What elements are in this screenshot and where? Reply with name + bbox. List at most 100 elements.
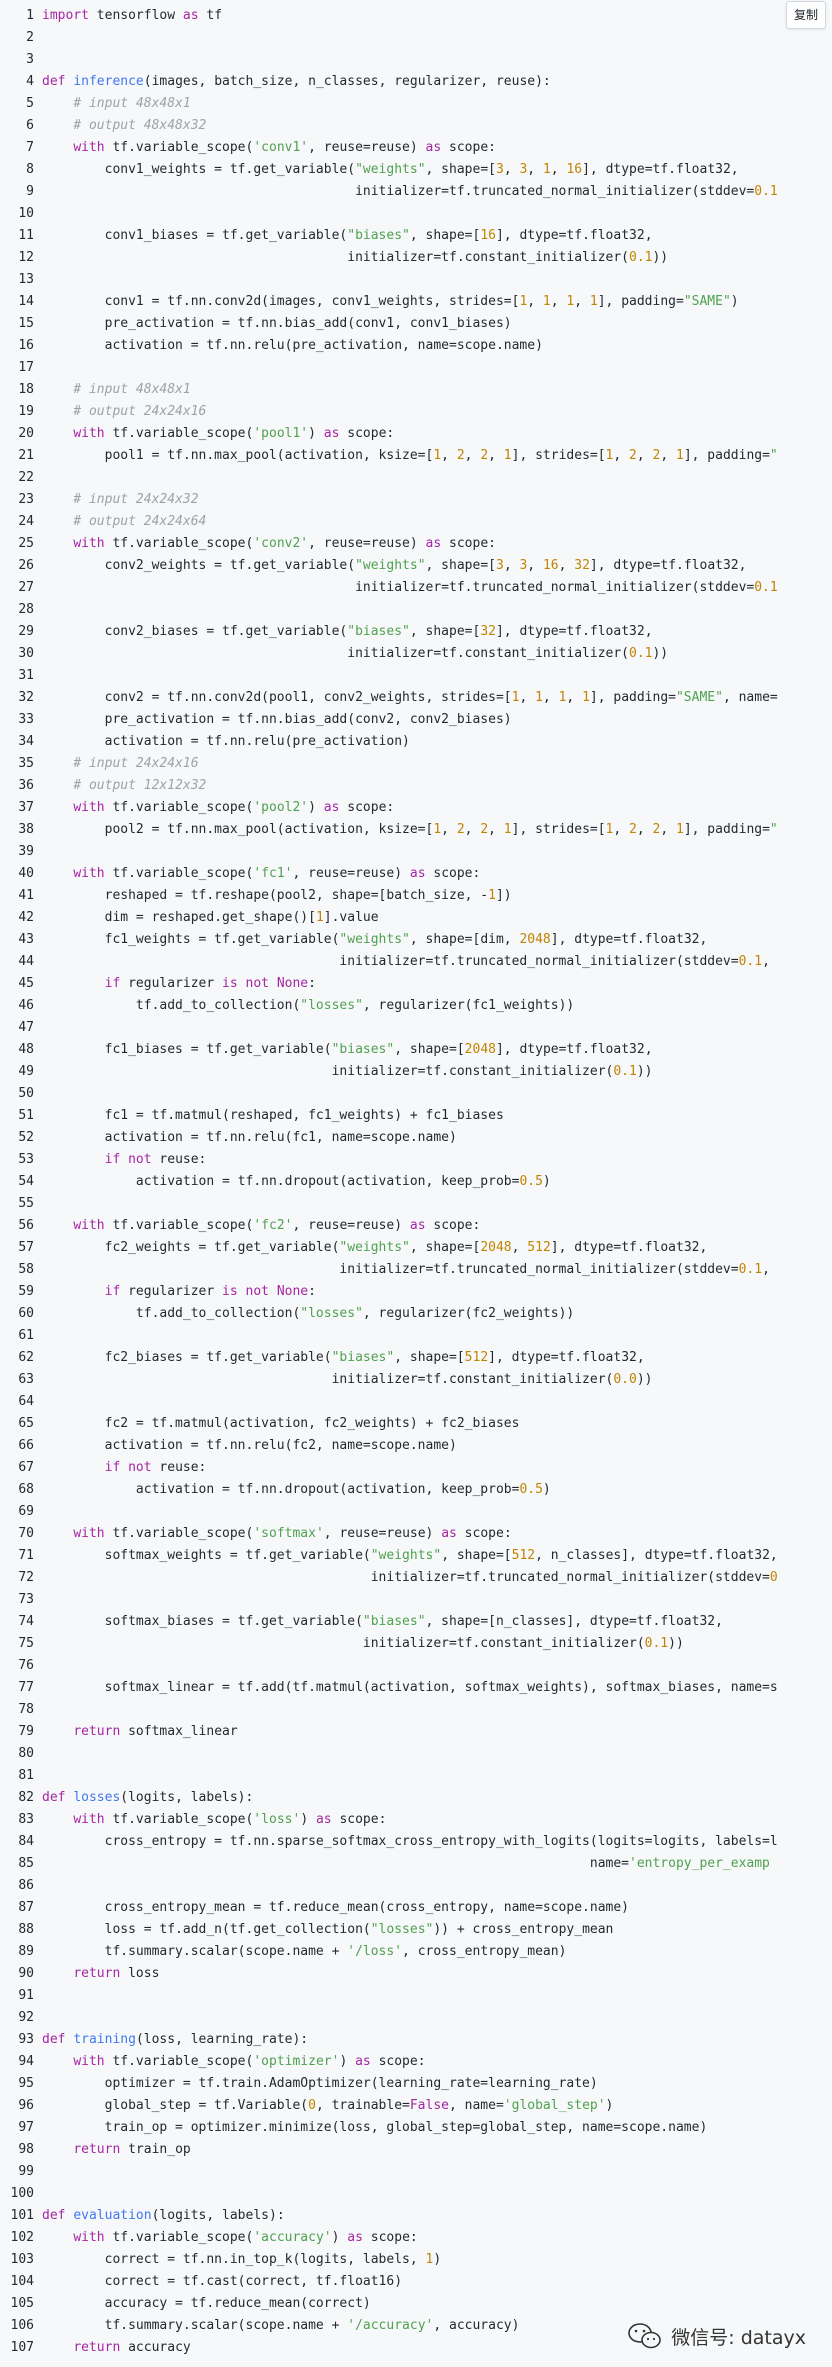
line-number: 30 — [18, 646, 34, 661]
code-line: 96 global_step = tf.Variable(0, trainabl… — [0, 2095, 832, 2117]
code-line: 50 — [0, 1083, 832, 1105]
code-text: fc1 = tf.matmul(reshaped, fc1_weights) +… — [42, 1108, 504, 1123]
code-line: 42 dim = reshaped.get_shape()[1].value — [0, 907, 832, 929]
line-number: 76 — [18, 1658, 34, 1673]
code-text: softmax_weights = tf.get_variable("weigh… — [42, 1548, 778, 1563]
code-text: tf.summary.scalar(scope.name + '/accurac… — [42, 2318, 520, 2333]
code-line: 17 — [0, 357, 832, 379]
line-number: 32 — [18, 690, 34, 705]
line-number: 98 — [18, 2142, 34, 2157]
code-line: 104 correct = tf.cast(correct, tf.float1… — [0, 2271, 832, 2293]
line-number: 18 — [18, 382, 34, 397]
code-line: 5 # input 48x48x1 — [0, 93, 832, 115]
line-number: 11 — [18, 228, 34, 243]
code-line: 28 — [0, 599, 832, 621]
code-line: 13 — [0, 269, 832, 291]
copy-button[interactable]: 复制 — [786, 1, 826, 29]
code-line: 59 if regularizer is not None: — [0, 1281, 832, 1303]
code-line: 90 return loss — [0, 1963, 832, 1985]
code-line: 25 with tf.variable_scope('conv2', reuse… — [0, 533, 832, 555]
line-number: 94 — [18, 2054, 34, 2069]
line-number: 67 — [18, 1460, 34, 1475]
code-text: conv2_weights = tf.get_variable("weights… — [42, 558, 747, 573]
code-text: initializer=tf.constant_initializer(0.1)… — [42, 1064, 653, 1079]
code-line: 54 activation = tf.nn.dropout(activation… — [0, 1171, 832, 1193]
line-number: 52 — [18, 1130, 34, 1145]
code-text: correct = tf.cast(correct, tf.float16) — [42, 2274, 403, 2289]
code-line: 2 — [0, 27, 832, 49]
line-number: 25 — [18, 536, 34, 551]
code-line: 85 name='entropy_per_examp — [0, 1853, 832, 1875]
code-line: 39 — [0, 841, 832, 863]
line-number: 12 — [18, 250, 34, 265]
code-text: return loss — [73, 1966, 160, 1981]
code-line: 27 initializer=tf.truncated_normal_initi… — [0, 577, 832, 599]
code-line: 14 conv1 = tf.nn.conv2d(images, conv1_we… — [0, 291, 832, 313]
wechat-icon — [628, 2323, 662, 2349]
line-number: 107 — [10, 2340, 34, 2355]
line-number: 28 — [18, 602, 34, 617]
code-line: 103 correct = tf.nn.in_top_k(logits, lab… — [0, 2249, 832, 2271]
code-line: 41 reshaped = tf.reshape(pool2, shape=[b… — [0, 885, 832, 907]
line-number: 68 — [18, 1482, 34, 1497]
code-text: tf.add_to_collection("losses", regulariz… — [42, 1306, 575, 1321]
line-number: 77 — [18, 1680, 34, 1695]
line-number: 89 — [18, 1944, 34, 1959]
code-line: 102 with tf.variable_scope('accuracy') a… — [0, 2227, 832, 2249]
line-number: 69 — [18, 1504, 34, 1519]
code-line: 100 — [0, 2183, 832, 2205]
line-number: 40 — [18, 866, 34, 881]
line-number: 65 — [18, 1416, 34, 1431]
line-number: 10 — [18, 206, 34, 221]
line-number: 99 — [18, 2164, 34, 2179]
code-text: with tf.variable_scope('optimizer') as s… — [73, 2054, 426, 2069]
line-number: 23 — [18, 492, 34, 507]
line-number: 36 — [18, 778, 34, 793]
code-text: with tf.variable_scope('conv2', reuse=re… — [73, 536, 496, 551]
code-line: 7 with tf.variable_scope('conv1', reuse=… — [0, 137, 832, 159]
line-number: 66 — [18, 1438, 34, 1453]
code-text: initializer=tf.constant_initializer(0.1)… — [42, 1636, 684, 1651]
code-line: 55 — [0, 1193, 832, 1215]
code-text: with tf.variable_scope('loss') as scope: — [73, 1812, 387, 1827]
line-number: 7 — [26, 140, 34, 155]
line-number: 13 — [18, 272, 34, 287]
line-number: 53 — [18, 1152, 34, 1167]
code-line: 23 # input 24x24x32 — [0, 489, 832, 511]
code-line: 80 — [0, 1743, 832, 1765]
code-text: if not reuse: — [104, 1152, 207, 1167]
code-line: 46 tf.add_to_collection("losses", regula… — [0, 995, 832, 1017]
code-line: 47 — [0, 1017, 832, 1039]
code-line: 63 initializer=tf.constant_initializer(0… — [0, 1369, 832, 1391]
line-number: 47 — [18, 1020, 34, 1035]
code-text: initializer=tf.truncated_normal_initiali… — [42, 184, 778, 199]
line-number: 104 — [10, 2274, 34, 2289]
code-line: 66 activation = tf.nn.relu(fc2, name=sco… — [0, 1435, 832, 1457]
code-text: # input 48x48x1 — [73, 96, 191, 111]
code-line: 38 pool2 = tf.nn.max_pool(activation, ks… — [0, 819, 832, 841]
code-line: 86 — [0, 1875, 832, 1897]
code-line: 98 return train_op — [0, 2139, 832, 2161]
code-text: fc2_weights = tf.get_variable("weights",… — [42, 1240, 708, 1255]
code-text: initializer=tf.constant_initializer(0.0)… — [42, 1372, 653, 1387]
code-line: 62 fc2_biases = tf.get_variable("biases"… — [0, 1347, 832, 1369]
code-text: conv1_weights = tf.get_variable("weights… — [42, 162, 739, 177]
code-text: accuracy = tf.reduce_mean(correct) — [42, 2296, 371, 2311]
code-line: 60 tf.add_to_collection("losses", regula… — [0, 1303, 832, 1325]
code-line: 35 # input 24x24x16 — [0, 753, 832, 775]
code-line: 3 — [0, 49, 832, 71]
line-number: 22 — [18, 470, 34, 485]
code-text: # output 12x12x32 — [73, 778, 207, 793]
code-text: if regularizer is not None: — [104, 1284, 316, 1299]
line-number: 46 — [18, 998, 34, 1013]
code-line: 67 if not reuse: — [0, 1457, 832, 1479]
code-line: 92 — [0, 2007, 832, 2029]
code-line: 40 with tf.variable_scope('fc1', reuse=r… — [0, 863, 832, 885]
code-line: 57 fc2_weights = tf.get_variable("weight… — [0, 1237, 832, 1259]
line-number: 44 — [18, 954, 34, 969]
code-line: 11 conv1_biases = tf.get_variable("biase… — [0, 225, 832, 247]
code-text: import tensorflow as tf — [42, 8, 223, 23]
code-text: with tf.variable_scope('pool2') as scope… — [73, 800, 395, 815]
code-text: if regularizer is not None: — [104, 976, 316, 991]
code-text: activation = tf.nn.dropout(activation, k… — [42, 1174, 551, 1189]
